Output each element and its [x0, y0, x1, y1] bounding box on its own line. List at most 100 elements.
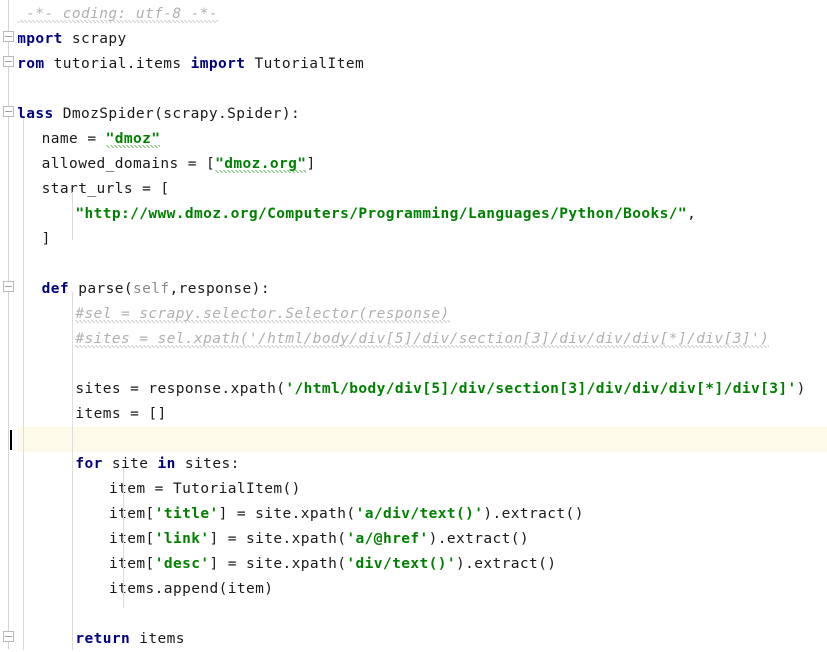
code-line-text: item['link'] = site.xpath('a/@href').ext…	[0, 527, 529, 552]
code-line[interactable]: from tutorial.items import TutorialItem	[0, 52, 827, 77]
fold-from-import-icon[interactable]	[3, 56, 14, 67]
code-line-text: allowed_domains = ["dmoz.org"]	[0, 152, 316, 177]
code-token: items.append(item)	[109, 581, 274, 597]
code-line[interactable]: item['desc'] = site.xpath('div/text()').…	[0, 552, 827, 577]
code-line[interactable]: return items	[0, 627, 827, 652]
code-line[interactable]: ]	[0, 227, 827, 252]
code-line[interactable]: item['title'] = site.xpath('a/div/text()…	[0, 502, 827, 527]
code-line[interactable]: class DmozSpider(scrapy.Spider):	[0, 102, 827, 127]
code-line[interactable]: items = []	[0, 402, 827, 427]
fold-class-dmozspider-icon[interactable]	[3, 106, 14, 117]
code-token: return	[75, 631, 131, 647]
indent-guide	[72, 192, 73, 240]
code-line-text: def parse(self,response):	[0, 277, 270, 302]
code-token: sites = response.xpath(	[75, 381, 286, 397]
code-token: sites:	[175, 456, 240, 472]
code-token: "dmoz"	[105, 131, 161, 148]
code-token: ]	[306, 156, 316, 172]
indent-guide	[123, 468, 124, 608]
code-token: for	[75, 456, 103, 472]
code-line-text: sites = response.xpath('/html/body/div[5…	[0, 377, 806, 402]
code-token: allowed_domains = [	[41, 156, 216, 172]
indent-guide	[23, 118, 24, 650]
code-line[interactable]: #sites = sel.xpath('/html/body/div[5]/di…	[0, 327, 827, 352]
code-line[interactable]: start_urls = [	[0, 177, 827, 202]
code-token: parse(	[69, 281, 133, 297]
code-line[interactable]	[0, 602, 827, 627]
code-token: )	[796, 381, 806, 397]
code-line-text: name = "dmoz"	[0, 127, 161, 152]
code-token: ] = site.xpath(	[218, 506, 356, 522]
code-line[interactable]: import scrapy	[0, 27, 827, 52]
code-token: DmozSpider(scrapy.Spider):	[53, 106, 301, 122]
code-token: "dmoz.org"	[215, 156, 307, 173]
code-line[interactable]	[0, 252, 827, 277]
code-line-text: "http://www.dmoz.org/Computers/Programmi…	[0, 202, 696, 227]
code-line[interactable]: "http://www.dmoz.org/Computers/Programmi…	[0, 202, 827, 227]
code-line[interactable]: name = "dmoz"	[0, 127, 827, 152]
fold-def-parse-icon[interactable]	[3, 281, 14, 292]
code-token: tutorial.items	[44, 56, 191, 72]
code-token: scrapy	[62, 31, 127, 47]
code-line-text: for site in sites:	[0, 452, 240, 477]
code-line[interactable]	[0, 352, 827, 377]
fold-gutter[interactable]	[0, 0, 18, 649]
code-line-text: import scrapy	[0, 27, 127, 52]
code-line[interactable]: items.append(item)	[0, 577, 827, 602]
code-token: ]	[41, 231, 51, 247]
fold-return-items-icon[interactable]	[3, 631, 14, 642]
code-token: ,	[687, 206, 697, 222]
code-token: item = TutorialItem()	[109, 481, 301, 497]
code-token: #sel = scrapy.selector.Selector(response…	[75, 306, 450, 323]
code-token: ).extract()	[483, 506, 584, 522]
code-line-text: item['title'] = site.xpath('a/div/text()…	[0, 502, 584, 527]
code-token: item[	[109, 506, 155, 522]
code-line-text: #sel = scrapy.selector.Selector(response…	[0, 302, 450, 327]
code-line[interactable]: for site in sites:	[0, 452, 827, 477]
code-token: 'link'	[154, 531, 210, 547]
code-token: start_urls = [	[41, 181, 170, 197]
code-line-text: start_urls = [	[0, 177, 170, 202]
code-line[interactable]: item['link'] = site.xpath('a/@href').ext…	[0, 527, 827, 552]
code-token: item[	[109, 531, 155, 547]
code-token: ] = site.xpath(	[209, 531, 347, 547]
fold-import-scrapy-icon[interactable]	[3, 31, 14, 42]
code-line-text: items.append(item)	[0, 577, 273, 602]
code-line[interactable]: #sel = scrapy.selector.Selector(response…	[0, 302, 827, 327]
code-token: ).extract()	[455, 556, 557, 572]
code-token: name =	[41, 131, 106, 147]
code-token: def	[41, 281, 70, 297]
code-line[interactable]	[0, 77, 827, 102]
code-token: site	[102, 456, 158, 472]
code-token: items = []	[75, 406, 167, 422]
code-token: ,response):	[169, 281, 270, 297]
code-content[interactable]: # -*- coding: utf-8 -*- import scrapy from…	[0, 0, 827, 649]
code-line[interactable]: def parse(self,response):	[0, 277, 827, 302]
code-token: "http://www.dmoz.org/Computers/Programmi…	[75, 206, 688, 222]
code-token: 'a/@href'	[346, 531, 429, 547]
code-token: 'title'	[154, 506, 219, 522]
code-line[interactable]: sites = response.xpath('/html/body/div[5…	[0, 377, 827, 402]
code-token: ).extract()	[428, 531, 530, 547]
code-token: import	[190, 56, 246, 72]
code-editor[interactable]: # -*- coding: utf-8 -*- import scrapy from…	[0, 0, 827, 650]
code-token: 'a/div/text()'	[355, 506, 484, 522]
code-token: self	[132, 281, 170, 297]
code-token: in	[157, 456, 176, 472]
code-token: ] = site.xpath(	[209, 556, 347, 572]
code-line-text: class DmozSpider(scrapy.Spider):	[0, 102, 300, 127]
code-line[interactable]: # -*- coding: utf-8 -*-	[0, 2, 827, 27]
code-token: 'div/text()'	[346, 556, 456, 572]
code-line-text: from tutorial.items import TutorialItem	[0, 52, 364, 77]
code-line-text: #sites = sel.xpath('/html/body/div[5]/di…	[0, 327, 770, 352]
code-line[interactable]	[0, 427, 827, 452]
code-token: #sites = sel.xpath('/html/body/div[5]/di…	[75, 331, 770, 348]
code-line-text: return items	[0, 627, 185, 652]
code-line-text: item['desc'] = site.xpath('div/text()').…	[0, 552, 556, 577]
code-token: '/html/body/div[5]/div/section[3]/div/di…	[285, 381, 797, 397]
code-token: items	[130, 631, 185, 647]
code-token: 'desc'	[154, 556, 210, 572]
code-line[interactable]: allowed_domains = ["dmoz.org"]	[0, 152, 827, 177]
code-token: item[	[109, 556, 155, 572]
code-line[interactable]: item = TutorialItem()	[0, 477, 827, 502]
